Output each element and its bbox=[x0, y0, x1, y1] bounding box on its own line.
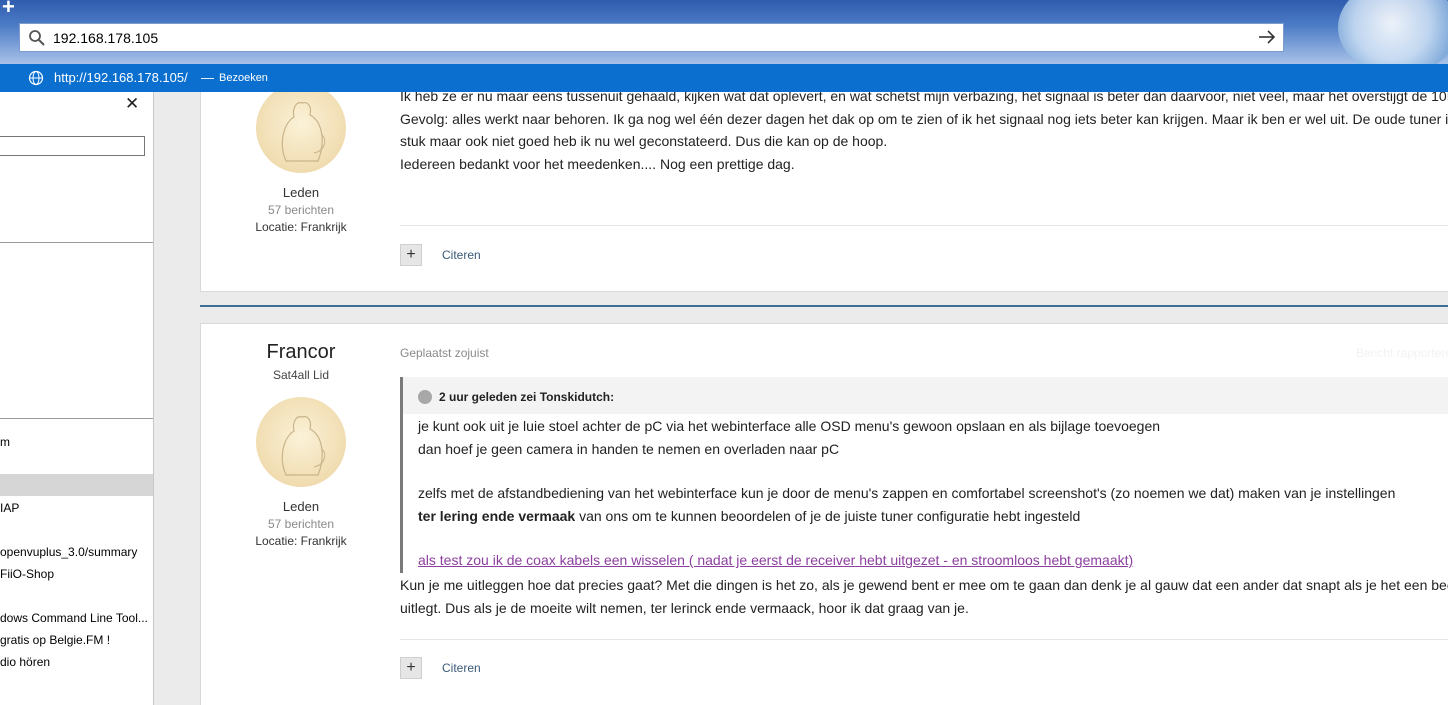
divider bbox=[400, 225, 1448, 226]
quote-bold-text: ter lering ende vermaak bbox=[418, 508, 576, 524]
favorite-item[interactable]: openvuplus_3.0/summary bbox=[0, 545, 137, 559]
author-name[interactable]: Francor bbox=[201, 341, 401, 364]
cite-button[interactable]: Citeren bbox=[442, 661, 481, 675]
post-line: Ik heb ze er nu maar eens tussenuit geha… bbox=[400, 92, 1448, 104]
forum-post: Francor Sat4all Lid Leden 57 berichten L… bbox=[200, 323, 1448, 705]
post-line: Gevolg: alles werkt naar behoren. Ik ga … bbox=[400, 110, 1448, 127]
search-icon bbox=[29, 30, 45, 46]
quote-line: dan hoef je geen camera in handen te nem… bbox=[418, 441, 840, 457]
favorite-item[interactable]: IAP bbox=[0, 501, 19, 515]
author-rank: Sat4all Lid bbox=[272, 368, 330, 382]
go-arrow-icon[interactable] bbox=[1257, 28, 1277, 46]
post-count[interactable]: 57 berichten bbox=[201, 517, 401, 531]
multiquote-button[interactable]: + bbox=[400, 244, 422, 266]
quote-link[interactable]: als test zou ik de coax kabels een wisse… bbox=[418, 552, 1133, 568]
suggestion-action: Bezoeken bbox=[219, 72, 268, 84]
favorites-panel: ✕ m IAP openvuplus_3.0/summary FiiO-Shop… bbox=[0, 92, 154, 705]
forum-content: Leden 57 berichten Locatie: Frankrijk Ik… bbox=[154, 92, 1448, 705]
address-suggestion[interactable]: http://192.168.178.105/ — Bezoeken bbox=[0, 64, 1448, 92]
divider bbox=[400, 639, 1448, 640]
quote-line: zelfs met de afstandbediening van het we… bbox=[418, 485, 1396, 501]
close-icon[interactable]: ✕ bbox=[125, 94, 139, 114]
cite-button[interactable]: Citeren bbox=[442, 248, 481, 262]
chevron-down-icon[interactable] bbox=[418, 390, 432, 404]
post-line: stuk maar ook niet goed heb ik nu wel ge… bbox=[400, 133, 888, 149]
post-separator bbox=[200, 305, 1448, 307]
blockquote: 2 uur geleden zei Tonskidutch: je kunt o… bbox=[400, 377, 1448, 573]
suggestion-dash: — bbox=[201, 70, 214, 85]
suggestion-url: http://192.168.178.105/ bbox=[54, 70, 188, 85]
favorite-item[interactable]: m bbox=[0, 435, 10, 449]
member-role: Leden bbox=[282, 185, 320, 200]
post-body: Kun je me uitleggen hoe dat precies gaat… bbox=[400, 574, 1448, 619]
report-post-link[interactable]: Bericht rapporteren bbox=[1356, 346, 1448, 360]
divider bbox=[0, 242, 153, 243]
ie-globe-logo bbox=[1338, 0, 1448, 64]
post-line: uitlegt. Dus als je de moeite wilt nemen… bbox=[400, 599, 969, 616]
member-role: Leden bbox=[282, 499, 320, 514]
cat-sketch-icon bbox=[281, 102, 326, 162]
post-count[interactable]: 57 berichten bbox=[201, 203, 401, 217]
favorite-item[interactable]: dio hören bbox=[0, 655, 50, 669]
post-line: Kun je me uitleggen hoe dat precies gaat… bbox=[400, 577, 1448, 593]
member-location: Locatie: Frankrijk bbox=[255, 534, 347, 548]
favorite-item[interactable]: FiiO-Shop bbox=[0, 567, 54, 581]
address-bar[interactable] bbox=[19, 23, 1284, 52]
quote-line: ter lering ende vermaak van ons om te ku… bbox=[418, 508, 1080, 524]
cat-sketch-icon bbox=[281, 416, 326, 476]
multiquote-button[interactable]: + bbox=[400, 657, 422, 679]
favorite-item[interactable]: dows Command Line Tool... bbox=[0, 611, 148, 625]
favorites-search-field[interactable] bbox=[0, 136, 145, 156]
quote-citation[interactable]: 2 uur geleden zei Tonskidutch: bbox=[439, 390, 614, 404]
quote-line: je kunt ook uit je luie stoel achter de … bbox=[418, 418, 1161, 434]
new-tab-icon[interactable]: + bbox=[2, 0, 15, 20]
quote-header: 2 uur geleden zei Tonskidutch: bbox=[403, 377, 1448, 414]
avatar[interactable] bbox=[256, 397, 346, 487]
selected-favorite[interactable] bbox=[0, 474, 153, 496]
forum-post: Leden 57 berichten Locatie: Frankrijk Ik… bbox=[200, 92, 1448, 292]
browser-titlebar: + bbox=[0, 0, 1448, 64]
favorite-item[interactable]: gratis op Belgie.FM ! bbox=[0, 633, 110, 647]
post-line: Iedereen bedankt voor het meedenken.... … bbox=[400, 155, 795, 172]
member-location: Locatie: Frankrijk bbox=[255, 220, 347, 234]
post-timestamp[interactable]: Geplaatst zojuist bbox=[400, 346, 489, 360]
address-input[interactable] bbox=[53, 27, 1233, 48]
post-body: Ik heb ze er nu maar eens tussenuit geha… bbox=[400, 92, 1448, 175]
globe-icon bbox=[28, 70, 44, 86]
avatar[interactable] bbox=[256, 92, 346, 173]
divider bbox=[0, 418, 153, 419]
quote-text: van ons om te kunnen beoordelen of je de… bbox=[575, 508, 1081, 524]
